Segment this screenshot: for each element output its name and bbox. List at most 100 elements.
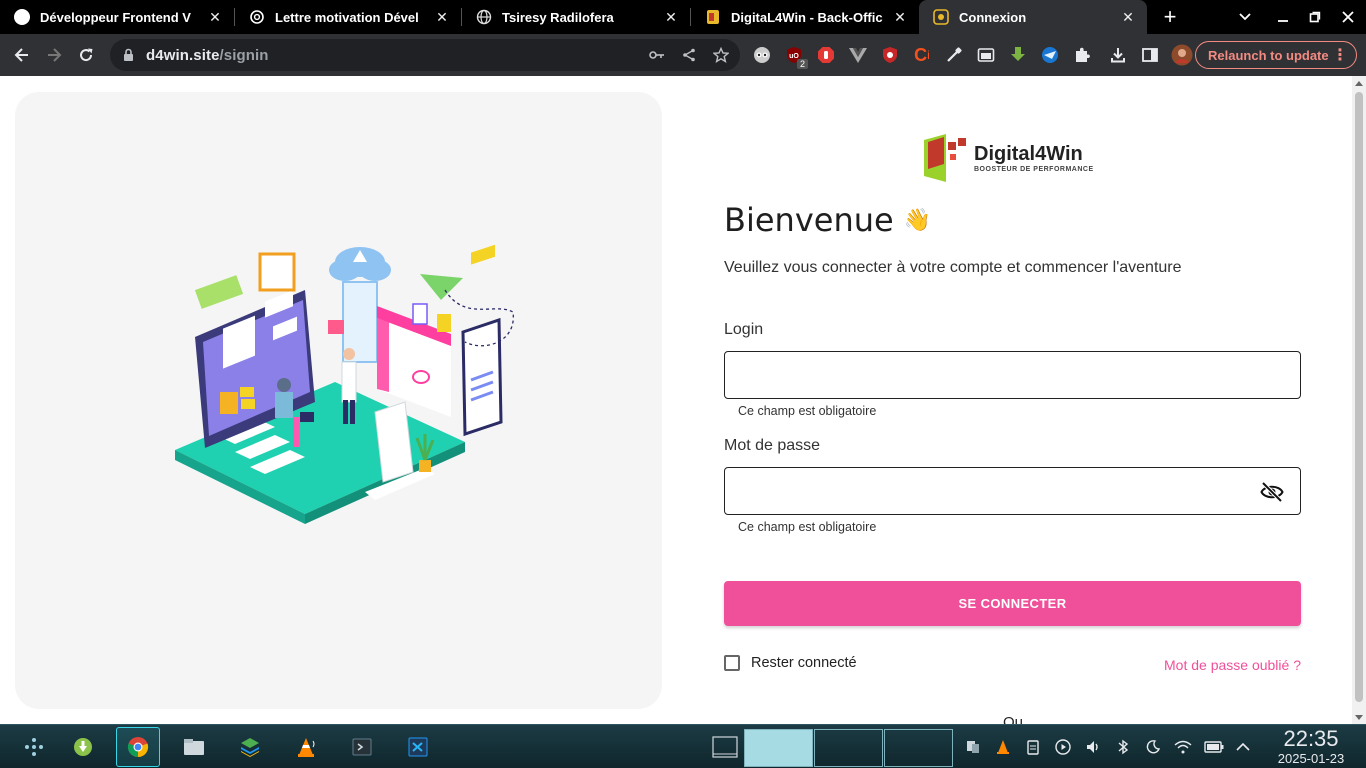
- codeium-c-icon[interactable]: Ci: [908, 41, 936, 69]
- layers-app-icon[interactable]: [228, 727, 272, 767]
- terminal-icon[interactable]: [340, 727, 384, 767]
- notes-tray-icon[interactable]: [1024, 737, 1042, 757]
- url-path: /signin: [219, 46, 269, 64]
- d4w-favicon-icon: [705, 9, 721, 25]
- tab-title: Lettre motivation Dével: [275, 9, 419, 25]
- side-panel-icon[interactable]: [1136, 41, 1164, 69]
- ublock-icon[interactable]: uO 2: [780, 41, 808, 69]
- clock-date: 2025-01-23: [1277, 751, 1345, 766]
- login-label: Login: [724, 321, 764, 338]
- tab-digital4win-backoffice[interactable]: DigitaL4Win - Back-Offic ✕: [691, 0, 919, 34]
- vlc-tray-icon[interactable]: [994, 737, 1012, 757]
- page-scrollbar[interactable]: [1352, 76, 1366, 724]
- bookmark-star-icon[interactable]: [708, 42, 734, 68]
- password-label: Mot de passe: [724, 437, 821, 454]
- app-launcher-icon[interactable]: [12, 727, 56, 767]
- minimize-icon[interactable]: [1267, 0, 1299, 34]
- forgot-password-link[interactable]: Mot de passe oublié ?: [1164, 657, 1301, 673]
- tab-developpeur-frontend[interactable]: Développeur Frontend V ✕: [0, 0, 234, 34]
- color-picker-icon[interactable]: [940, 41, 968, 69]
- waving-hand-icon: 👋: [903, 207, 932, 233]
- vue-devtools-icon[interactable]: [844, 41, 872, 69]
- vscode-icon[interactable]: [396, 727, 440, 767]
- grammar-shield-icon[interactable]: [876, 41, 904, 69]
- close-icon[interactable]: ✕: [891, 8, 909, 26]
- extension-eyes-icon[interactable]: [748, 41, 776, 69]
- volume-tray-icon[interactable]: [1084, 737, 1102, 757]
- tab-lettre-motivation[interactable]: Lettre motivation Dével ✕: [235, 0, 461, 34]
- reload-icon[interactable]: [70, 39, 102, 71]
- url-text[interactable]: d4win.site/signin: [146, 47, 269, 64]
- window-capture-icon[interactable]: [972, 41, 1000, 69]
- d4w-logo-mark-icon: [924, 134, 966, 182]
- or-divider-text: Ou: [1003, 714, 1024, 724]
- login-input[interactable]: [725, 352, 1300, 398]
- lock-icon[interactable]: [122, 48, 134, 62]
- signin-page: Digital4Win BOOSTEUR DE PERFORMANCE Bien…: [0, 76, 1352, 724]
- signin-submit-button[interactable]: SE CONNECTER: [724, 581, 1301, 626]
- tab-connexion[interactable]: Connexion ✕: [919, 0, 1147, 34]
- checkbox-box[interactable]: [724, 655, 740, 671]
- scrollbar-thumb[interactable]: [1355, 92, 1363, 702]
- forward-arrow-icon[interactable]: [38, 39, 70, 71]
- share-icon[interactable]: [676, 42, 702, 68]
- visibility-off-icon[interactable]: [1260, 481, 1284, 503]
- extensions-puzzle-icon[interactable]: [1068, 41, 1096, 69]
- workspace-illustration: [175, 244, 514, 524]
- media-player-tray-icon[interactable]: [1054, 737, 1072, 757]
- globe-icon: [14, 9, 30, 25]
- close-icon[interactable]: ✕: [433, 8, 451, 26]
- chevron-up-icon[interactable]: [1234, 737, 1252, 757]
- login-field[interactable]: [724, 351, 1301, 399]
- page-title: Bienvenue 👋: [724, 201, 931, 239]
- new-tab-button[interactable]: +: [1153, 0, 1187, 34]
- logo-brand: Digital4Win: [974, 142, 1083, 165]
- more-vert-icon[interactable]: ⋮: [1332, 45, 1348, 65]
- system-clock[interactable]: 22:35 2025-01-23: [1258, 727, 1364, 767]
- password-field[interactable]: [724, 467, 1301, 515]
- night-color-tray-icon[interactable]: [1144, 737, 1162, 757]
- download-green-icon[interactable]: [1004, 41, 1032, 69]
- password-input[interactable]: [725, 468, 1300, 514]
- virtual-desktop-2[interactable]: [814, 729, 883, 767]
- tab-search-chevron-icon[interactable]: [1229, 0, 1261, 34]
- profile-avatar[interactable]: [1168, 41, 1196, 69]
- remember-me-checkbox[interactable]: Rester connecté: [724, 655, 857, 671]
- scroll-down-arrow-icon[interactable]: [1355, 715, 1363, 720]
- close-icon[interactable]: ✕: [1119, 8, 1137, 26]
- close-icon[interactable]: ✕: [206, 8, 224, 26]
- browser-toolbar: d4win.site/signin uO 2 C i Relaunch to u…: [0, 34, 1366, 76]
- d4w-favicon-icon: [933, 9, 949, 25]
- browser-tab-strip: Développeur Frontend V ✕ Lettre motivati…: [0, 0, 1366, 34]
- tab-tsiresy-radilofera[interactable]: Tsiresy Radilofera ✕: [462, 0, 690, 34]
- virtual-desktop-3[interactable]: [884, 729, 953, 767]
- close-window-icon[interactable]: [1332, 0, 1364, 34]
- relaunch-update-button[interactable]: Relaunch to update ⋮: [1195, 41, 1357, 69]
- show-desktop-icon[interactable]: [705, 727, 745, 767]
- tab-title: DigitaL4Win - Back-Offic: [731, 9, 883, 25]
- file-manager-icon[interactable]: [172, 727, 216, 767]
- address-bar[interactable]: d4win.site/signin: [110, 39, 740, 71]
- wifi-tray-icon[interactable]: [1174, 737, 1192, 757]
- bluetooth-tray-icon[interactable]: [1114, 737, 1132, 757]
- downloads-icon[interactable]: [1104, 41, 1132, 69]
- tab-title: Développeur Frontend V: [40, 9, 191, 25]
- chrome-taskbar-icon[interactable]: [116, 727, 160, 767]
- illustration-panel: [15, 92, 662, 709]
- scroll-up-arrow-icon[interactable]: [1355, 81, 1363, 86]
- battery-tray-icon[interactable]: [1204, 737, 1224, 757]
- translate-plane-icon[interactable]: [1036, 41, 1064, 69]
- os-taskbar: 22:35 2025-01-23: [0, 724, 1366, 768]
- virtual-desktop-1[interactable]: [744, 729, 813, 767]
- clipboard-tray-icon[interactable]: [964, 737, 982, 757]
- restore-icon[interactable]: [1299, 0, 1331, 34]
- extension-badge: 2: [796, 59, 808, 69]
- key-icon[interactable]: [644, 42, 670, 68]
- back-arrow-icon[interactable]: [6, 39, 38, 71]
- page-subtitle: Veuillez vous connecter à votre compte e…: [724, 259, 1182, 276]
- close-icon[interactable]: ✕: [662, 8, 680, 26]
- extensions-bar: uO 2 Ci: [748, 39, 1196, 71]
- vlc-icon[interactable]: [284, 727, 328, 767]
- download-manager-icon[interactable]: [61, 727, 105, 767]
- stop-hand-icon[interactable]: [812, 41, 840, 69]
